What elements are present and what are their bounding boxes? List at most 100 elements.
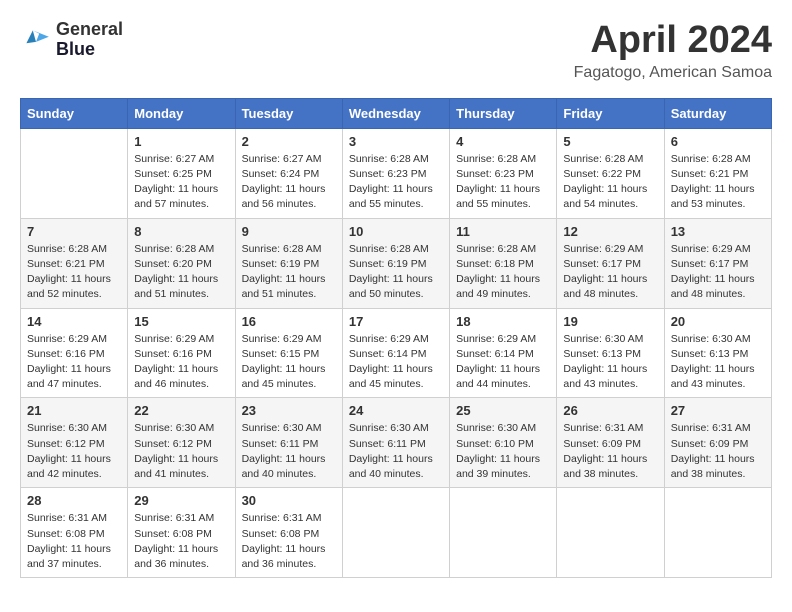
- day-number: 9: [242, 224, 336, 239]
- day-info: Sunrise: 6:31 AM Sunset: 6:08 PM Dayligh…: [27, 511, 121, 572]
- weekday-header-row: SundayMondayTuesdayWednesdayThursdayFrid…: [21, 98, 772, 128]
- day-info: Sunrise: 6:29 AM Sunset: 6:16 PM Dayligh…: [134, 332, 228, 393]
- day-number: 11: [456, 224, 550, 239]
- day-info: Sunrise: 6:31 AM Sunset: 6:08 PM Dayligh…: [134, 511, 228, 572]
- month-year: April 2024: [574, 20, 772, 62]
- logo-text: General Blue: [56, 20, 123, 60]
- week-row-1: 1 Sunrise: 6:27 AM Sunset: 6:25 PM Daylig…: [21, 128, 772, 218]
- day-number: 13: [671, 224, 765, 239]
- day-info: Sunrise: 6:31 AM Sunset: 6:09 PM Dayligh…: [563, 421, 657, 482]
- weekday-header-friday: Friday: [557, 98, 664, 128]
- day-info: Sunrise: 6:30 AM Sunset: 6:12 PM Dayligh…: [27, 421, 121, 482]
- calendar-cell: 29 Sunrise: 6:31 AM Sunset: 6:08 PM Dayli…: [128, 488, 235, 578]
- weekday-header-wednesday: Wednesday: [342, 98, 449, 128]
- calendar-cell: [664, 488, 771, 578]
- day-number: 30: [242, 493, 336, 508]
- calendar-cell: [450, 488, 557, 578]
- day-number: 10: [349, 224, 443, 239]
- day-info: Sunrise: 6:29 AM Sunset: 6:14 PM Dayligh…: [456, 332, 550, 393]
- day-info: Sunrise: 6:28 AM Sunset: 6:18 PM Dayligh…: [456, 242, 550, 303]
- calendar-title: April 2024 Fagatogo, American Samoa: [574, 20, 772, 82]
- day-number: 18: [456, 314, 550, 329]
- day-info: Sunrise: 6:29 AM Sunset: 6:17 PM Dayligh…: [671, 242, 765, 303]
- day-number: 27: [671, 403, 765, 418]
- day-number: 17: [349, 314, 443, 329]
- calendar-cell: 17 Sunrise: 6:29 AM Sunset: 6:14 PM Dayli…: [342, 308, 449, 398]
- calendar-cell: 27 Sunrise: 6:31 AM Sunset: 6:09 PM Dayli…: [664, 398, 771, 488]
- calendar-cell: 18 Sunrise: 6:29 AM Sunset: 6:14 PM Dayli…: [450, 308, 557, 398]
- day-number: 25: [456, 403, 550, 418]
- day-info: Sunrise: 6:28 AM Sunset: 6:21 PM Dayligh…: [671, 152, 765, 213]
- calendar-cell: 5Sunrise: 6:28 AM Sunset: 6:22 PM Daylig…: [557, 128, 664, 218]
- calendar-cell: 28 Sunrise: 6:31 AM Sunset: 6:08 PM Dayli…: [21, 488, 128, 578]
- logo-icon: [20, 24, 52, 56]
- calendar-cell: 13 Sunrise: 6:29 AM Sunset: 6:17 PM Dayli…: [664, 218, 771, 308]
- calendar-cell: 21 Sunrise: 6:30 AM Sunset: 6:12 PM Dayli…: [21, 398, 128, 488]
- day-number: 6: [671, 134, 765, 149]
- weekday-header-monday: Monday: [128, 98, 235, 128]
- calendar-cell: 8 Sunrise: 6:28 AM Sunset: 6:20 PM Daylig…: [128, 218, 235, 308]
- calendar-cell: 14 Sunrise: 6:29 AM Sunset: 6:16 PM Dayli…: [21, 308, 128, 398]
- day-info: Sunrise: 6:29 AM Sunset: 6:17 PM Dayligh…: [563, 242, 657, 303]
- weekday-header-sunday: Sunday: [21, 98, 128, 128]
- calendar-cell: 6 Sunrise: 6:28 AM Sunset: 6:21 PM Daylig…: [664, 128, 771, 218]
- day-info: Sunrise: 6:29 AM Sunset: 6:16 PM Dayligh…: [27, 332, 121, 393]
- day-number: 15: [134, 314, 228, 329]
- day-number: 22: [134, 403, 228, 418]
- calendar-table: SundayMondayTuesdayWednesdayThursdayFrid…: [20, 98, 772, 578]
- weekday-header-thursday: Thursday: [450, 98, 557, 128]
- day-number: 24: [349, 403, 443, 418]
- day-info: Sunrise: 6:30 AM Sunset: 6:10 PM Dayligh…: [456, 421, 550, 482]
- day-number: 28: [27, 493, 121, 508]
- calendar-cell: 22Sunrise: 6:30 AM Sunset: 6:12 PM Dayli…: [128, 398, 235, 488]
- day-info: Sunrise: 6:28 AM Sunset: 6:19 PM Dayligh…: [349, 242, 443, 303]
- day-info: Sunrise: 6:31 AM Sunset: 6:09 PM Dayligh…: [671, 421, 765, 482]
- day-info: Sunrise: 6:29 AM Sunset: 6:15 PM Dayligh…: [242, 332, 336, 393]
- week-row-2: 7Sunrise: 6:28 AM Sunset: 6:21 PM Daylig…: [21, 218, 772, 308]
- day-number: 8: [134, 224, 228, 239]
- day-info: Sunrise: 6:28 AM Sunset: 6:23 PM Dayligh…: [456, 152, 550, 213]
- day-info: Sunrise: 6:31 AM Sunset: 6:08 PM Dayligh…: [242, 511, 336, 572]
- day-number: 29: [134, 493, 228, 508]
- logo-line2: Blue: [56, 40, 123, 60]
- day-info: Sunrise: 6:28 AM Sunset: 6:23 PM Dayligh…: [349, 152, 443, 213]
- page-header: General Blue April 2024 Fagatogo, Americ…: [20, 20, 772, 82]
- day-number: 21: [27, 403, 121, 418]
- day-number: 20: [671, 314, 765, 329]
- week-row-4: 21 Sunrise: 6:30 AM Sunset: 6:12 PM Dayli…: [21, 398, 772, 488]
- day-info: Sunrise: 6:29 AM Sunset: 6:14 PM Dayligh…: [349, 332, 443, 393]
- calendar-cell: 4 Sunrise: 6:28 AM Sunset: 6:23 PM Daylig…: [450, 128, 557, 218]
- calendar-cell: [342, 488, 449, 578]
- day-number: 23: [242, 403, 336, 418]
- calendar-cell: 3 Sunrise: 6:28 AM Sunset: 6:23 PM Daylig…: [342, 128, 449, 218]
- day-info: Sunrise: 6:28 AM Sunset: 6:20 PM Dayligh…: [134, 242, 228, 303]
- calendar-cell: [21, 128, 128, 218]
- location: Fagatogo, American Samoa: [574, 64, 772, 82]
- logo: General Blue: [20, 20, 123, 60]
- week-row-3: 14 Sunrise: 6:29 AM Sunset: 6:16 PM Dayli…: [21, 308, 772, 398]
- calendar-cell: 15 Sunrise: 6:29 AM Sunset: 6:16 PM Dayli…: [128, 308, 235, 398]
- day-info: Sunrise: 6:27 AM Sunset: 6:25 PM Dayligh…: [134, 152, 228, 213]
- week-row-5: 28 Sunrise: 6:31 AM Sunset: 6:08 PM Dayli…: [21, 488, 772, 578]
- day-number: 14: [27, 314, 121, 329]
- calendar-cell: 26 Sunrise: 6:31 AM Sunset: 6:09 PM Dayli…: [557, 398, 664, 488]
- calendar-cell: 24 Sunrise: 6:30 AM Sunset: 6:11 PM Dayli…: [342, 398, 449, 488]
- logo-line1: General: [56, 20, 123, 40]
- day-info: Sunrise: 6:28 AM Sunset: 6:19 PM Dayligh…: [242, 242, 336, 303]
- day-number: 7: [27, 224, 121, 239]
- day-number: 12: [563, 224, 657, 239]
- calendar-cell: 30 Sunrise: 6:31 AM Sunset: 6:08 PM Dayli…: [235, 488, 342, 578]
- day-info: Sunrise: 6:27 AM Sunset: 6:24 PM Dayligh…: [242, 152, 336, 213]
- day-number: 3: [349, 134, 443, 149]
- calendar-cell: 12 Sunrise: 6:29 AM Sunset: 6:17 PM Dayli…: [557, 218, 664, 308]
- day-info: Sunrise: 6:30 AM Sunset: 6:13 PM Dayligh…: [671, 332, 765, 393]
- calendar-cell: 10 Sunrise: 6:28 AM Sunset: 6:19 PM Dayli…: [342, 218, 449, 308]
- weekday-header-saturday: Saturday: [664, 98, 771, 128]
- day-number: 4: [456, 134, 550, 149]
- day-number: 1: [134, 134, 228, 149]
- day-info: Sunrise: 6:30 AM Sunset: 6:11 PM Dayligh…: [349, 421, 443, 482]
- day-info: Sunrise: 6:30 AM Sunset: 6:11 PM Dayligh…: [242, 421, 336, 482]
- day-number: 26: [563, 403, 657, 418]
- calendar-cell: 19Sunrise: 6:30 AM Sunset: 6:13 PM Dayli…: [557, 308, 664, 398]
- calendar-cell: 16Sunrise: 6:29 AM Sunset: 6:15 PM Dayli…: [235, 308, 342, 398]
